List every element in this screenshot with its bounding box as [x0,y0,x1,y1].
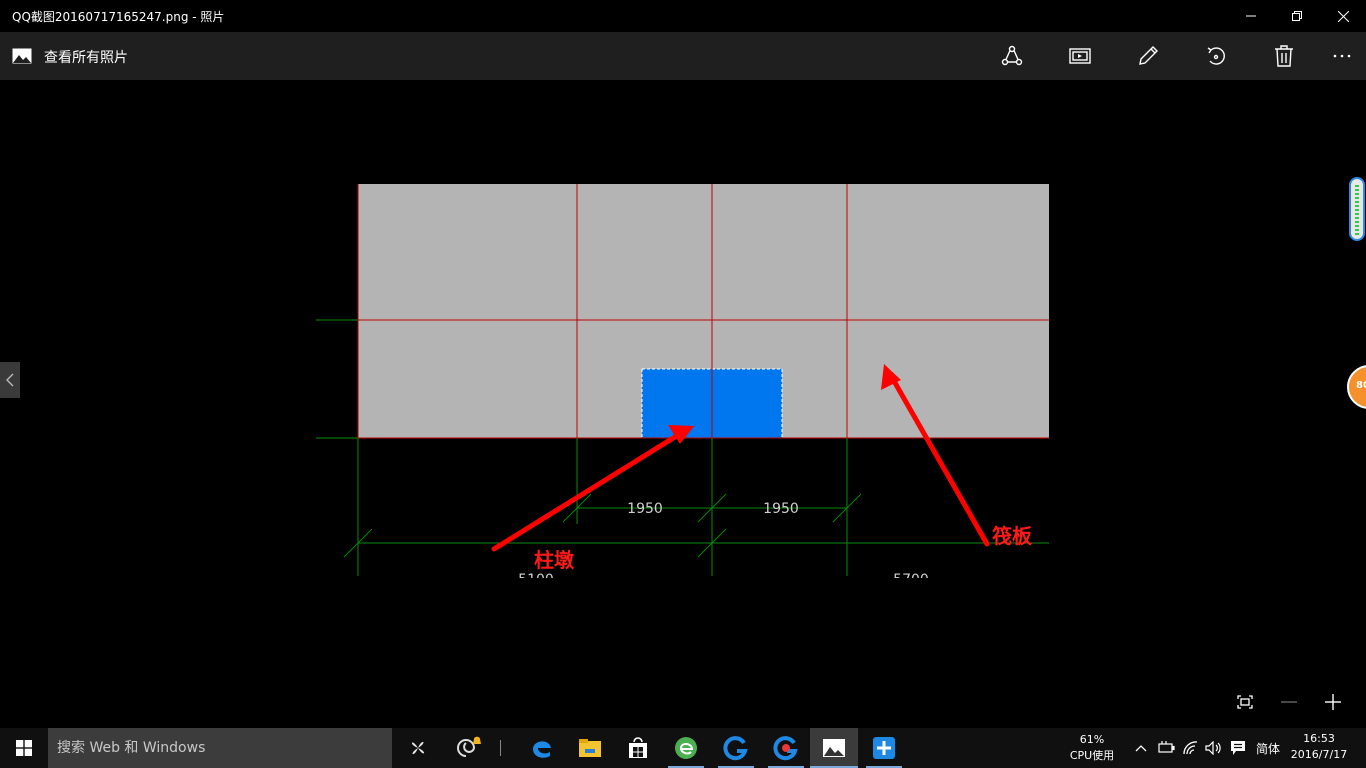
delete-icon [1275,45,1293,67]
title-bar: QQ截图20160717165247.png - 照片 [0,0,1366,32]
green-e-browser-icon [675,737,697,759]
zoom-in-button[interactable] [1321,690,1345,714]
battery-tray-icon[interactable] [1156,738,1176,758]
clock-date: 2016/7/17 [1290,748,1348,761]
delete-button[interactable] [1266,40,1302,72]
taskbar-app-file-explorer[interactable] [566,728,614,768]
restore-button[interactable] [1274,0,1320,32]
minus-icon [1281,701,1297,703]
app-bar: 查看所有照片 [0,32,1366,80]
dimension-label-1950-right: 1950 [763,501,799,517]
swirl-bell-icon [457,736,481,757]
photos-app-icon [823,739,845,757]
rotate-button[interactable] [1198,40,1234,72]
cpu-usage-widget[interactable]: 61% CPU使用 [1062,732,1122,764]
photo-viewer: 1950 1950 5100 5700 柱墩 筏板 80 [0,80,1366,728]
fit-to-screen-button[interactable] [1233,690,1257,714]
taskbar-app-blue-plus[interactable] [860,728,908,768]
dimension-label-5700: 5700 [893,572,929,578]
edit-pencil-icon [1139,46,1158,65]
close-button[interactable] [1320,0,1366,32]
restore-icon [1292,11,1302,21]
zoom-out-button[interactable] [1277,690,1301,714]
clock-time: 16:53 [1303,732,1335,745]
window-title: QQ截图20160717165247.png - 照片 [12,10,225,24]
share-icon [1001,45,1023,66]
slideshow-button[interactable] [1062,40,1098,72]
annotation-pier-label: 柱墩 [534,548,575,572]
speaker-icon [1205,741,1221,755]
message-icon [1231,741,1245,755]
annotation-raft-label: 筏板 [992,524,1033,548]
search-input[interactable] [48,728,392,768]
side-ball-value: 80 [1356,380,1366,391]
side-floating-ball[interactable]: 80 [1347,365,1366,409]
taskbar-app-store[interactable] [614,728,662,768]
taskbar-app-blue-g[interactable] [712,728,760,768]
rotate-icon [1207,47,1225,65]
action-center-tray-icon[interactable] [1228,738,1248,758]
dimension-label-5100: 5100 [518,572,554,578]
more-icon [1333,54,1351,58]
blue-g-app-icon [723,736,748,761]
dimension-label-1950-left: 1950 [627,501,663,517]
folder-icon [579,739,601,757]
system-clock[interactable]: 16:53 2016/7/17 [1288,731,1350,763]
wifi-icon [1183,741,1198,755]
view-all-photos-button[interactable] [12,46,32,66]
blue-plus-app-icon [873,737,895,759]
show-desktop-button[interactable] [1352,728,1366,768]
fit-screen-icon [1237,695,1253,709]
share-button[interactable] [994,40,1030,72]
taskbar-separator [500,740,501,756]
cpu-label: CPU使用 [1069,749,1115,762]
red-g-app-icon [773,736,798,761]
taskbar-app-photos[interactable] [810,728,858,768]
taskbar-app-swirl[interactable] [444,728,492,768]
taskbar: 61% CPU使用 简体 16:53 2016/7/17 [0,728,1366,768]
slideshow-icon [1069,48,1091,64]
taskbar-app-pinwheel[interactable] [394,728,442,768]
taskbar-search[interactable] [48,728,392,768]
edge-browser-icon [533,741,551,758]
battery-plug-icon [1158,741,1175,753]
input-method-indicator[interactable]: 简体 [1256,740,1280,757]
close-icon [1337,10,1349,22]
start-button[interactable] [0,728,48,768]
taskbar-app-red-g[interactable] [762,728,810,768]
wifi-tray-icon[interactable] [1181,738,1201,758]
cad-drawing: 1950 1950 5100 5700 柱墩 筏板 [316,184,1049,578]
pinwheel-icon [411,741,425,755]
view-all-photos-label[interactable]: 查看所有照片 [44,47,128,67]
taskbar-app-edge[interactable] [518,728,566,768]
chevron-left-icon [6,373,14,387]
plus-icon [1325,694,1341,710]
edit-button[interactable] [1130,40,1166,72]
store-bag-icon [629,737,647,758]
volume-tray-icon[interactable] [1204,738,1224,758]
side-gauge-widget[interactable] [1349,177,1365,241]
previous-photo-button[interactable] [0,362,20,398]
taskbar-app-green-browser[interactable] [662,728,710,768]
photos-icon [12,48,32,64]
show-hidden-icons-button[interactable] [1131,738,1151,758]
more-button[interactable] [1324,40,1360,72]
chevron-up-icon [1135,745,1147,752]
cpu-percent: 61% [1079,733,1105,746]
minimize-icon [1246,15,1256,17]
minimize-button[interactable] [1228,0,1274,32]
windows-logo-icon [16,740,32,756]
